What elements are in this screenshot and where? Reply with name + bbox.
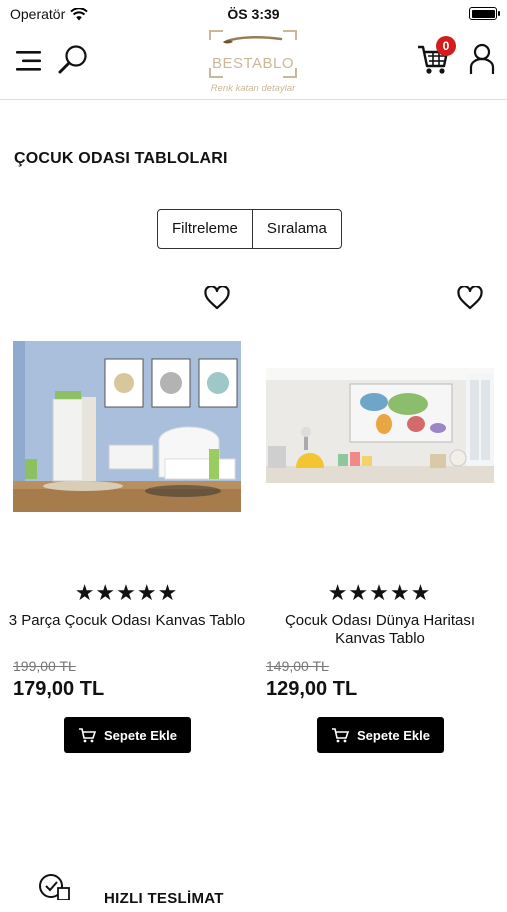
rating-stars: ★★★★★ [74, 580, 179, 605]
favorite-heart-icon[interactable] [457, 286, 483, 310]
fast-delivery-feature: HIZLI TESLİMAT [36, 872, 336, 912]
battery-icon [469, 7, 500, 20]
cart-count-badge: 0 [436, 36, 456, 56]
navbar: BESTABLO Renk katan detaylar 0 [0, 28, 507, 100]
product-card[interactable]: ★★★★★ Çocuk Odası Dünya Haritası Kanvas … [253, 280, 506, 760]
add-to-cart-label: Sepete Ekle [357, 727, 430, 743]
brand-logo[interactable]: BESTABLO Renk katan detaylar [205, 30, 301, 96]
add-to-cart-label: Sepete Ekle [104, 727, 177, 743]
product-image[interactable] [266, 368, 494, 483]
old-price: 199,00 TL [13, 658, 76, 674]
status-time: ÖS 3:39 [227, 6, 280, 22]
fast-delivery-label: HIZLI TESLİMAT [104, 890, 224, 907]
logo-tagline: Renk katan detaylar [210, 83, 296, 94]
kids-room-photo [13, 341, 241, 512]
current-price: 179,00 TL [13, 678, 105, 700]
product-name[interactable]: 3 Parça Çocuk Odası Kanvas Tablo [8, 612, 246, 630]
cart-icon [79, 728, 96, 743]
cart-icon [332, 728, 349, 743]
product-name[interactable]: Çocuk Odası Dünya Haritası Kanvas Tablo [261, 612, 499, 648]
add-to-cart-button[interactable]: Sepete Ekle [64, 717, 191, 753]
status-bar: Operatör ÖS 3:39 [0, 0, 507, 28]
favorite-heart-icon[interactable] [204, 286, 230, 310]
filter-sort-group: Filtreleme Sıralama [157, 209, 342, 249]
filter-button[interactable]: Filtreleme [158, 210, 252, 248]
sort-button[interactable]: Sıralama [251, 210, 341, 248]
add-to-cart-button[interactable]: Sepete Ekle [317, 717, 444, 753]
product-card[interactable]: ★★★★★ 3 Parça Çocuk Odası Kanvas Tablo 1… [0, 280, 253, 760]
search-icon[interactable] [57, 44, 89, 76]
rating-stars: ★★★★★ [327, 580, 432, 605]
current-price: 129,00 TL [266, 678, 358, 700]
world-map-room-photo [266, 368, 494, 483]
old-price: 149,00 TL [266, 658, 329, 674]
logo-text: BESTABLO [211, 55, 295, 72]
user-icon[interactable] [469, 43, 495, 75]
menu-icon[interactable] [16, 50, 41, 72]
page-title: ÇOCUK ODASI TABLOLARI [14, 150, 228, 167]
product-image[interactable] [13, 341, 241, 512]
delivery-clock-icon [39, 874, 70, 900]
